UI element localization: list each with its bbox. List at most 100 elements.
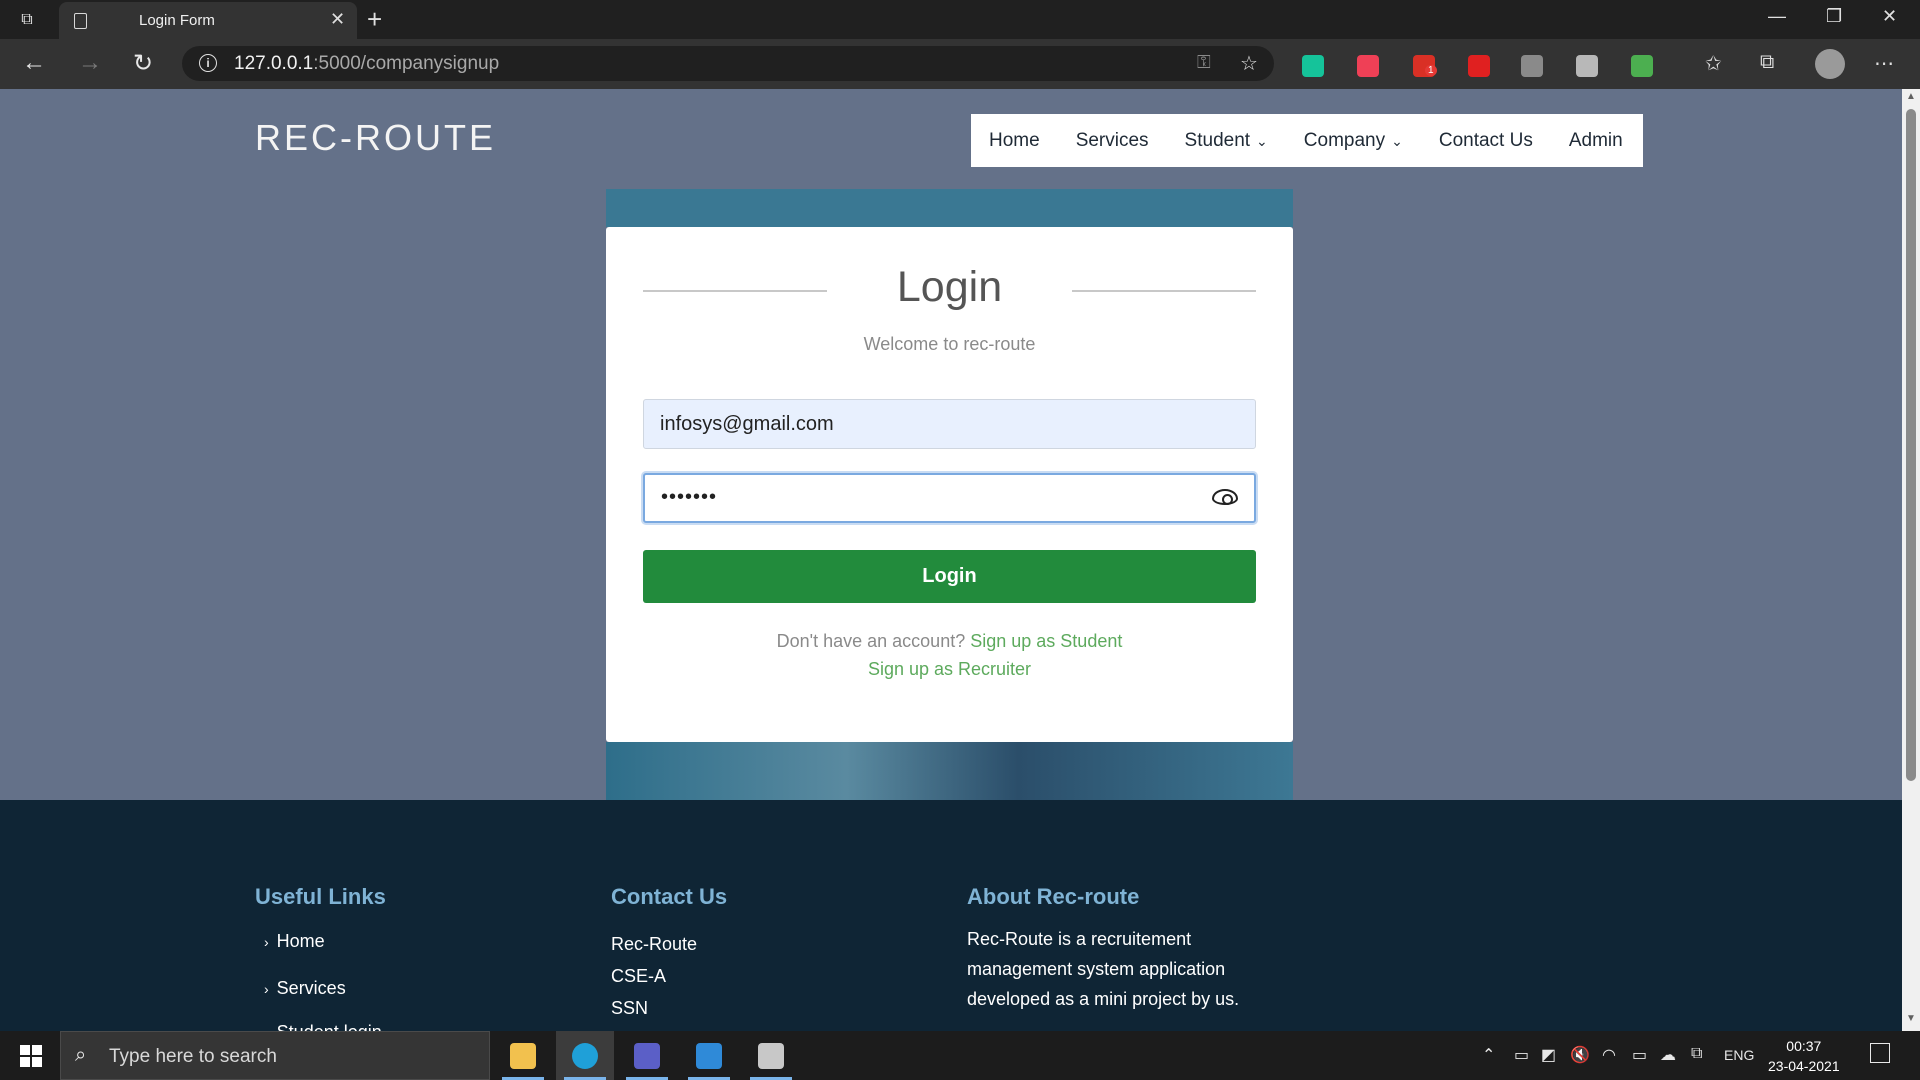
- footer-link-services[interactable]: › Services: [264, 978, 346, 999]
- contact-line: CSE-A: [611, 966, 667, 986]
- site-brand[interactable]: REC-ROUTE: [255, 117, 496, 159]
- scroll-up-icon[interactable]: ▲: [1906, 91, 1916, 102]
- taskbar-app[interactable]: [494, 1031, 552, 1080]
- more-menu-icon[interactable]: ⋯: [1874, 51, 1894, 76]
- about-line: management system application: [967, 959, 1226, 979]
- new-tab-button[interactable]: +: [367, 4, 382, 35]
- minimize-icon[interactable]: —: [1768, 6, 1786, 27]
- footer-link-home[interactable]: › Home: [264, 931, 325, 952]
- security-icon[interactable]: ◩: [1541, 1045, 1556, 1065]
- url-path: :5000/companysignup: [313, 53, 500, 74]
- window-close-icon[interactable]: ✕: [1882, 6, 1897, 27]
- site-info-icon[interactable]: i: [199, 54, 217, 72]
- add-favorite-icon[interactable]: ☆: [1240, 51, 1258, 76]
- taskbar-app[interactable]: [618, 1031, 676, 1080]
- nav-company-dropdown[interactable]: Company ⌄: [1286, 130, 1421, 152]
- url-text[interactable]: 127.0.0.1:5000/companysignup: [234, 53, 499, 75]
- signup-recruiter-link[interactable]: Sign up as Recruiter: [868, 659, 1031, 679]
- copy-extension-icon[interactable]: [1521, 55, 1543, 77]
- taskbar-app[interactable]: [742, 1031, 800, 1080]
- chevron-down-icon: ⌄: [1256, 132, 1268, 149]
- page-viewport: REC-ROUTE Home Services Student ⌄ Company…: [0, 89, 1902, 1031]
- battery-icon[interactable]: ▭: [1632, 1045, 1647, 1065]
- onedrive-icon[interactable]: ☁: [1660, 1045, 1676, 1065]
- profile-avatar[interactable]: [1815, 49, 1845, 79]
- hand-extension-icon[interactable]: [1576, 55, 1598, 77]
- nav-admin[interactable]: Admin: [1551, 130, 1641, 152]
- taskbar-app[interactable]: [680, 1031, 738, 1080]
- notification-center-icon[interactable]: [1870, 1043, 1890, 1063]
- edge-icon: [572, 1043, 598, 1069]
- nav-student-dropdown[interactable]: Student ⌄: [1167, 130, 1286, 152]
- login-title: Login: [896, 263, 1003, 311]
- meet-now-icon[interactable]: ▭: [1514, 1045, 1529, 1065]
- taskbar-app[interactable]: [556, 1031, 614, 1080]
- email-field[interactable]: infosys@gmail.com: [643, 399, 1256, 449]
- red-pen-icon[interactable]: [1468, 55, 1490, 77]
- wifi-icon[interactable]: ◠: [1602, 1045, 1616, 1065]
- site-footer: Useful Links › Home › Services ›Student lo…: [0, 800, 1902, 1031]
- todo-extension-icon[interactable]: 1: [1413, 55, 1437, 77]
- main-nav: Home Services Student ⌄ Company ⌄ Contact …: [971, 114, 1643, 167]
- password-key-icon[interactable]: ⚿: [1197, 52, 1211, 73]
- page-icon: [74, 13, 87, 29]
- nav-home[interactable]: Home: [971, 130, 1058, 152]
- browser-tab-strip: ⧉ Login Form ✕ + — ❐ ✕: [0, 0, 1920, 39]
- signup-student-link[interactable]: Sign up as Student: [970, 631, 1122, 651]
- about-line: developed as a mini project by us.: [967, 989, 1240, 1009]
- contact-lines: Rec-Route CSE-A SSN: [611, 928, 697, 1024]
- windows-taskbar: ⌕ Type here to search ⌃ ▭ ◩ 🔇 ◠ ▭ ☁ ⧉ EN…: [0, 1031, 1920, 1080]
- language-indicator[interactable]: ENG: [1724, 1047, 1754, 1063]
- file-explorer-icon: [510, 1043, 536, 1069]
- pocket-icon[interactable]: [1357, 55, 1379, 77]
- grammarly-icon[interactable]: [1302, 55, 1324, 77]
- show-password-eye-icon[interactable]: [1212, 489, 1238, 505]
- chevron-right-icon: ›: [264, 981, 269, 997]
- footer-link-student-login[interactable]: ›Student login: [264, 1022, 382, 1031]
- tab-actions-icon[interactable]: ⧉: [16, 9, 38, 31]
- email-value: infosys@gmail.com: [660, 413, 834, 435]
- taskview-icon[interactable]: ⧉: [1691, 1045, 1702, 1063]
- nav-services[interactable]: Services: [1058, 130, 1167, 152]
- favorites-icon[interactable]: ✩: [1705, 51, 1722, 76]
- back-icon[interactable]: ←: [22, 49, 46, 77]
- hero-image-bottom: [606, 742, 1293, 800]
- collections-icon[interactable]: ⧉: [1760, 51, 1774, 74]
- vscode-icon: [696, 1043, 722, 1069]
- contact-line: Rec-Route: [611, 934, 698, 954]
- url-host: 127.0.0.1: [234, 53, 314, 74]
- no-account-text: Don't have an account?: [776, 631, 966, 651]
- system-clock[interactable]: 00:37 23-04-2021: [1768, 1036, 1840, 1076]
- login-button[interactable]: Login: [643, 550, 1256, 603]
- login-subtitle: Welcome to rec-route: [863, 334, 1036, 354]
- taskbar-search[interactable]: ⌕ Type here to search: [60, 1031, 490, 1080]
- browser-tab[interactable]: Login Form ✕: [59, 2, 357, 39]
- signup-links: Don't have an account? Sign up as Studen…: [606, 627, 1293, 683]
- reload-icon[interactable]: ↻: [133, 49, 153, 78]
- about-text: Rec-Route is a recruitement management s…: [967, 924, 1239, 1014]
- chevron-right-icon: ›: [264, 934, 269, 950]
- scroll-down-icon[interactable]: ▼: [1906, 1013, 1916, 1024]
- password-field[interactable]: •••••••: [643, 473, 1256, 523]
- footer-link-label: Home: [276, 931, 325, 951]
- hero-image-top: [606, 189, 1293, 227]
- contact-heading: Contact Us: [611, 884, 728, 909]
- scrollbar-thumb[interactable]: [1906, 109, 1916, 781]
- about-line: Rec-Route is a recruitement: [967, 929, 1192, 949]
- volume-muted-icon[interactable]: 🔇: [1570, 1045, 1590, 1065]
- tab-title: Login Form: [139, 12, 215, 29]
- database-icon: [758, 1043, 784, 1069]
- windows-start-icon[interactable]: [20, 1045, 42, 1067]
- clock-date: 23-04-2021: [1768, 1058, 1840, 1074]
- restore-icon[interactable]: ❐: [1826, 6, 1842, 27]
- address-bar[interactable]: i 127.0.0.1:5000/companysignup ⚿ ☆: [182, 46, 1274, 81]
- contact-line: SSN: [611, 998, 649, 1018]
- show-hidden-icons[interactable]: ⌃: [1482, 1045, 1495, 1065]
- forward-icon[interactable]: →: [78, 49, 102, 77]
- tab-close-icon[interactable]: ✕: [330, 9, 345, 30]
- mail-extension-icon[interactable]: [1631, 55, 1653, 77]
- footer-link-label: Services: [276, 978, 346, 998]
- page-scrollbar[interactable]: ▲ ▼: [1902, 89, 1920, 1031]
- password-value: •••••••: [661, 486, 718, 508]
- nav-contact[interactable]: Contact Us: [1421, 130, 1551, 152]
